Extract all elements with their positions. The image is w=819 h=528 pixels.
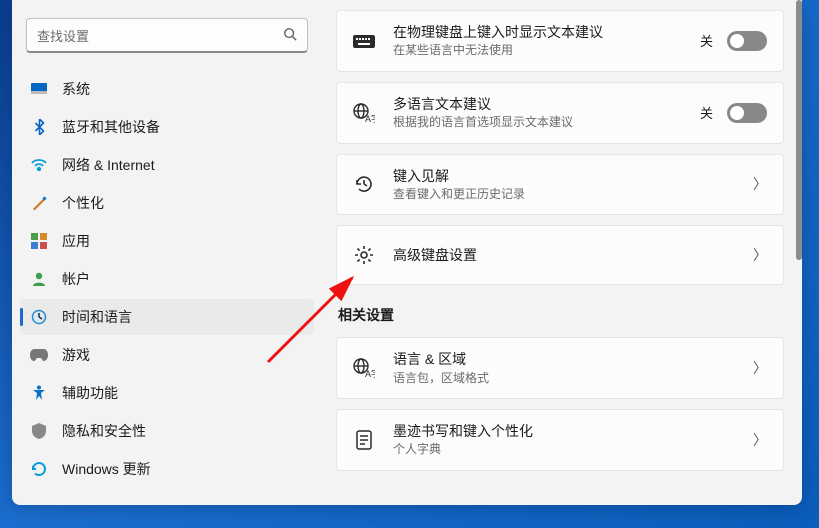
chevron-right-icon: 〉 bbox=[753, 430, 767, 450]
sidebar-item-accounts[interactable]: 帐户 bbox=[20, 261, 314, 297]
sidebar-item-label: 隐私和安全性 bbox=[62, 421, 146, 441]
search-icon bbox=[283, 27, 297, 44]
setting-subtitle: 在某些语言中无法使用 bbox=[393, 43, 690, 59]
sidebar-item-label: 网络 & Internet bbox=[62, 155, 155, 175]
sidebar-item-network[interactable]: 网络 & Internet bbox=[20, 147, 314, 183]
update-icon bbox=[30, 460, 48, 478]
setting-subtitle: 语言包，区域格式 bbox=[393, 371, 743, 387]
sidebar-item-bluetooth[interactable]: 蓝牙和其他设备 bbox=[20, 109, 314, 145]
language-region-icon: A字 bbox=[353, 357, 375, 379]
sidebar-item-apps[interactable]: 应用 bbox=[20, 223, 314, 259]
setting-title: 墨迹书写和键入个性化 bbox=[393, 422, 743, 440]
sidebar-item-label: 应用 bbox=[62, 231, 90, 251]
svg-text:A字: A字 bbox=[365, 368, 375, 378]
sidebar-item-label: 帐户 bbox=[62, 269, 90, 289]
sidebar: 查找设置 系统 蓝牙和其他设备 bbox=[12, 0, 322, 505]
setting-title: 键入见解 bbox=[393, 167, 743, 185]
sidebar-item-accessibility[interactable]: 辅助功能 bbox=[20, 375, 314, 411]
inking-icon bbox=[353, 429, 375, 451]
sidebar-item-gaming[interactable]: 游戏 bbox=[20, 337, 314, 373]
sidebar-item-label: 个性化 bbox=[62, 193, 104, 213]
main-pane: 在物理键盘上键入时显示文本建议 在某些语言中无法使用 关 A字 多语言文本建议 … bbox=[322, 0, 802, 505]
settings-window: 查找设置 系统 蓝牙和其他设备 bbox=[12, 0, 802, 505]
chevron-right-icon: 〉 bbox=[753, 174, 767, 194]
setting-show-suggestions-physical-keyboard[interactable]: 在物理键盘上键入时显示文本建议 在某些语言中无法使用 关 bbox=[336, 10, 784, 72]
setting-subtitle: 根据我的语言首选项显示文本建议 bbox=[393, 115, 690, 131]
sidebar-item-label: 辅助功能 bbox=[62, 383, 118, 403]
time-language-icon bbox=[30, 308, 48, 326]
related-settings-header: 相关设置 bbox=[338, 305, 784, 325]
sidebar-item-personalization[interactable]: 个性化 bbox=[20, 185, 314, 221]
nav-list: 系统 蓝牙和其他设备 网络 & Internet 个性化 bbox=[12, 67, 322, 495]
setting-title: 在物理键盘上键入时显示文本建议 bbox=[393, 23, 690, 41]
gaming-icon bbox=[30, 346, 48, 364]
accounts-icon bbox=[30, 270, 48, 288]
sidebar-item-windows-update[interactable]: Windows 更新 bbox=[20, 451, 314, 487]
setting-subtitle: 查看键入和更正历史记录 bbox=[393, 187, 743, 203]
keyboard-icon bbox=[353, 30, 375, 52]
toggle-state-label: 关 bbox=[700, 103, 713, 122]
personalization-icon bbox=[30, 194, 48, 212]
toggle-switch[interactable] bbox=[727, 31, 767, 51]
search-input[interactable]: 查找设置 bbox=[26, 18, 308, 53]
sidebar-item-label: 游戏 bbox=[62, 345, 90, 365]
system-icon bbox=[30, 80, 48, 98]
related-language-region[interactable]: A字 语言 & 区域 语言包，区域格式 〉 bbox=[336, 337, 784, 399]
search-wrapper: 查找设置 bbox=[12, 18, 322, 67]
sidebar-item-privacy[interactable]: 隐私和安全性 bbox=[20, 413, 314, 449]
sidebar-item-system[interactable]: 系统 bbox=[20, 71, 314, 107]
chevron-right-icon: 〉 bbox=[753, 245, 767, 265]
scrollbar-thumb[interactable] bbox=[796, 0, 802, 260]
gear-icon bbox=[353, 244, 375, 266]
setting-multilingual-suggestions[interactable]: A字 多语言文本建议 根据我的语言首选项显示文本建议 关 bbox=[336, 82, 784, 144]
search-placeholder: 查找设置 bbox=[37, 26, 89, 45]
svg-text:A字: A字 bbox=[365, 113, 375, 123]
setting-title: 语言 & 区域 bbox=[393, 350, 743, 368]
sidebar-item-time-language[interactable]: 时间和语言 bbox=[20, 299, 314, 335]
insights-icon bbox=[353, 173, 375, 195]
setting-title: 多语言文本建议 bbox=[393, 95, 690, 113]
bluetooth-icon bbox=[30, 118, 48, 136]
multilingual-icon: A字 bbox=[353, 102, 375, 124]
accessibility-icon bbox=[30, 384, 48, 402]
sidebar-item-label: 蓝牙和其他设备 bbox=[62, 117, 160, 137]
privacy-icon bbox=[30, 422, 48, 440]
setting-advanced-keyboard[interactable]: 高级键盘设置 〉 bbox=[336, 225, 784, 285]
setting-typing-insights[interactable]: 键入见解 查看键入和更正历史记录 〉 bbox=[336, 154, 784, 216]
toggle-state-label: 关 bbox=[700, 31, 713, 50]
apps-icon bbox=[30, 232, 48, 250]
setting-title: 高级键盘设置 bbox=[393, 246, 743, 264]
sidebar-item-label: 系统 bbox=[62, 79, 90, 99]
network-icon bbox=[30, 156, 48, 174]
toggle-switch[interactable] bbox=[727, 103, 767, 123]
related-inking-typing[interactable]: 墨迹书写和键入个性化 个人字典 〉 bbox=[336, 409, 784, 471]
chevron-right-icon: 〉 bbox=[753, 358, 767, 378]
sidebar-item-label: Windows 更新 bbox=[62, 459, 151, 479]
sidebar-item-label: 时间和语言 bbox=[62, 307, 132, 327]
setting-subtitle: 个人字典 bbox=[393, 442, 743, 458]
